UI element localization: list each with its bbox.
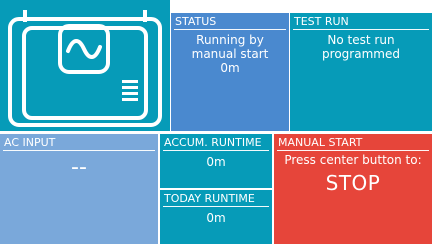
status-line: manual start xyxy=(191,47,269,61)
generator-icon xyxy=(8,10,162,127)
manual-start-title: MANUAL START xyxy=(277,136,429,151)
ac-input-tile: AC INPUT -- xyxy=(0,134,158,244)
stop-action-label[interactable]: STOP xyxy=(274,171,432,195)
accum-runtime-tile: ACCUM. RUNTIME 0m xyxy=(160,134,272,188)
today-runtime-value: 0m xyxy=(206,211,226,225)
today-runtime-tile: TODAY RUNTIME 0m xyxy=(160,190,272,244)
generator-tile xyxy=(0,0,170,131)
status-tile: STATUS Running by manual start 0m xyxy=(171,13,289,131)
status-text: Running by manual start 0m xyxy=(171,33,289,75)
ac-input-value: -- xyxy=(71,155,87,180)
status-line: Running by xyxy=(196,33,264,47)
test-run-title: TEST RUN xyxy=(293,15,429,30)
accum-runtime-title: ACCUM. RUNTIME xyxy=(163,136,269,151)
test-run-line: No test run xyxy=(327,33,395,47)
test-run-text: No test run programmed xyxy=(290,33,432,61)
test-run-tile: TEST RUN No test run programmed xyxy=(290,13,432,131)
manual-start-tile[interactable]: MANUAL START Press center button to: STO… xyxy=(274,134,432,244)
manual-start-prompt: Press center button to: xyxy=(284,153,422,167)
ac-input-title: AC INPUT xyxy=(3,136,155,151)
today-runtime-title: TODAY RUNTIME xyxy=(163,192,269,207)
status-title: STATUS xyxy=(174,15,286,30)
status-duration: 0m xyxy=(220,61,240,75)
accum-runtime-value: 0m xyxy=(206,155,226,169)
test-run-line: programmed xyxy=(322,47,400,61)
